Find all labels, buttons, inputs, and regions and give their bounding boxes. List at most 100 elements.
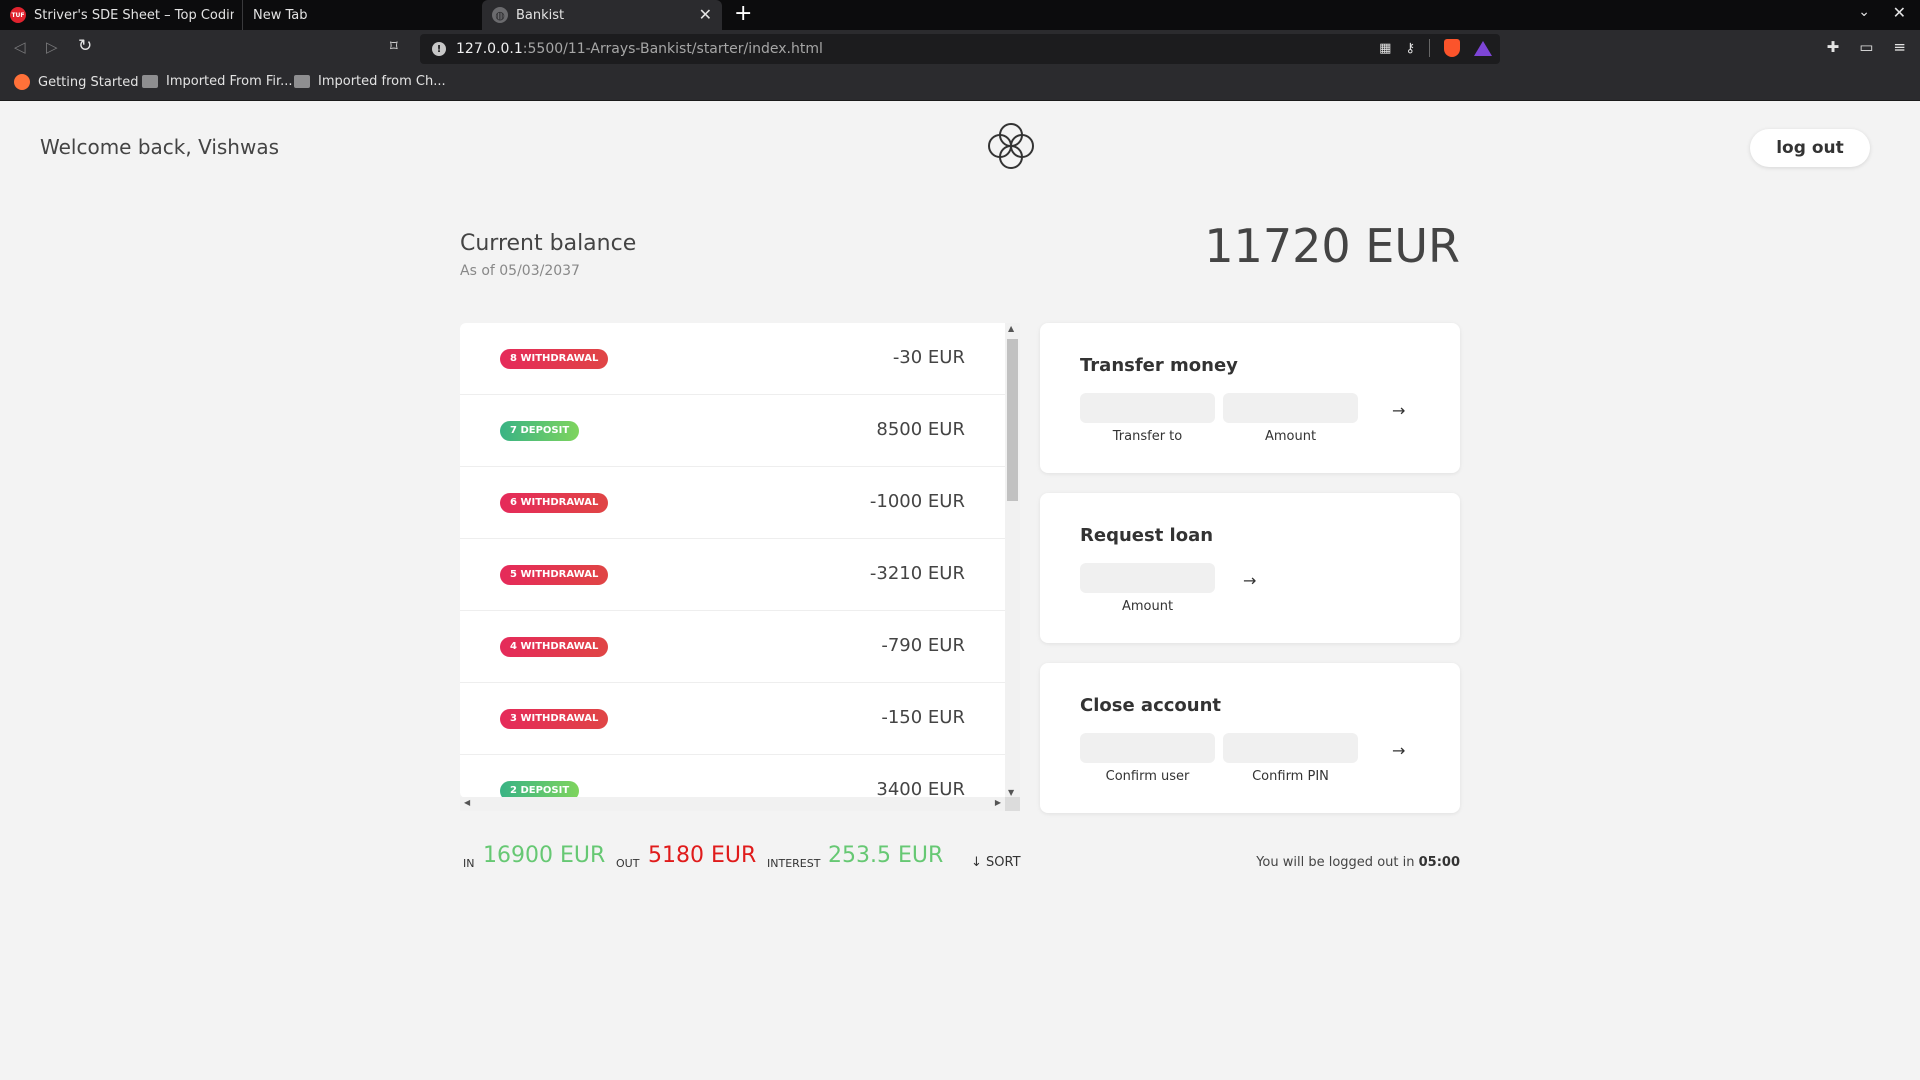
- globe-favicon-icon: ◍: [492, 7, 508, 23]
- browser-toolbar: ◁ ▷ ↻ ⌑ ! 127.0.0.1 :5500/11-Arrays-Bank…: [0, 30, 1920, 68]
- movement-value: 8500 EUR: [876, 419, 965, 440]
- scroll-left-icon[interactable]: ◀: [464, 798, 470, 807]
- wallet-icon[interactable]: ▭: [1859, 38, 1873, 56]
- transfer-submit-button[interactable]: →: [1392, 401, 1405, 420]
- transfer-to-input[interactable]: [1080, 393, 1215, 423]
- summary-in-label: In: [463, 857, 475, 870]
- forward-icon[interactable]: ▷: [46, 38, 58, 56]
- tab-label: New Tab: [253, 7, 308, 23]
- movement-type-badge: 7 deposit: [500, 421, 580, 441]
- tuf-favicon-icon: TUF: [10, 7, 26, 23]
- new-tab-button[interactable]: +: [734, 2, 752, 26]
- brave-rewards-icon[interactable]: [1474, 40, 1492, 56]
- transfer-amount-label: Amount: [1264, 429, 1317, 444]
- movement-value: -30 EUR: [892, 347, 965, 368]
- tab-new-tab[interactable]: New Tab: [242, 0, 482, 30]
- movements-list[interactable]: 8 withdrawal -30 EUR 7 deposit 8500 EUR …: [460, 323, 1005, 798]
- movement-type-badge: 8 withdrawal: [500, 349, 609, 369]
- scroll-down-icon[interactable]: ▼: [1008, 788, 1014, 797]
- loan-submit-button[interactable]: →: [1243, 571, 1256, 590]
- loan-title: Request loan: [1080, 525, 1214, 546]
- folder-icon: [142, 75, 158, 88]
- close-account-panel: Close account Confirm user Confirm PIN →: [1040, 663, 1460, 813]
- movement-type-badge: 2 deposit: [500, 781, 580, 798]
- bookmark-label: Imported from Ch...: [318, 74, 446, 89]
- key-icon[interactable]: ⚷: [1405, 41, 1415, 56]
- bookmark-imported-firefox[interactable]: Imported From Fir...: [142, 74, 293, 89]
- movement-row: 3 withdrawal -150 EUR: [460, 683, 1005, 755]
- movement-value: -790 EUR: [881, 635, 965, 656]
- movement-value: -1000 EUR: [869, 491, 965, 512]
- url-path: :5500/11-Arrays-Bankist/starter/index.ht…: [522, 41, 823, 57]
- movement-value: -3210 EUR: [869, 563, 965, 584]
- address-bar[interactable]: ! 127.0.0.1 :5500/11-Arrays-Bankist/star…: [420, 34, 1500, 64]
- logout-button[interactable]: log out: [1750, 129, 1870, 167]
- extensions-icon[interactable]: ✚: [1827, 38, 1840, 56]
- confirm-user-input[interactable]: [1080, 733, 1215, 763]
- reload-icon[interactable]: ↻: [78, 36, 92, 56]
- qr-code-icon[interactable]: ▦: [1379, 41, 1391, 56]
- sort-button[interactable]: ↓ SORT: [971, 855, 1021, 870]
- confirm-pin-label: Confirm PIN: [1252, 769, 1329, 784]
- bookmark-imported-chrome[interactable]: Imported from Ch...: [294, 74, 446, 89]
- transfer-amount-input[interactable]: [1223, 393, 1358, 423]
- tab-bankist[interactable]: ◍ Bankist ✕: [482, 0, 722, 30]
- tab-list-chevron-icon[interactable]: ⌄: [1858, 4, 1870, 20]
- divider: [1429, 39, 1430, 57]
- movement-row: 4 withdrawal -790 EUR: [460, 611, 1005, 683]
- summary-out-value: 5180 EUR: [648, 843, 757, 868]
- summary-interest-value: 253.5 EUR: [828, 843, 944, 868]
- movement-value: 3400 EUR: [876, 779, 965, 798]
- movement-row: 5 withdrawal -3210 EUR: [460, 539, 1005, 611]
- bookmark-label: Getting Started: [38, 74, 139, 90]
- bankist-app: Welcome back, Vishwas log out Current ba…: [0, 101, 1920, 1080]
- summary-bar: In 16900 EUR Out 5180 EUR Interest 253.5…: [460, 841, 1460, 881]
- logout-timer: You will be logged out in 05:00: [1256, 855, 1460, 870]
- scrollbar-thumb[interactable]: [1007, 339, 1018, 501]
- site-info-icon[interactable]: !: [432, 42, 446, 56]
- movement-type-badge: 6 withdrawal: [500, 493, 609, 513]
- close-tab-icon[interactable]: ✕: [699, 5, 712, 24]
- bookmark-icon[interactable]: ⌑: [390, 37, 398, 55]
- movement-row: 2 deposit 3400 EUR: [460, 755, 1005, 798]
- movement-type-badge: 3 withdrawal: [500, 709, 609, 729]
- firefox-icon: [14, 74, 30, 90]
- menu-icon[interactable]: ≡: [1893, 38, 1906, 56]
- summary-in-value: 16900 EUR: [483, 843, 606, 868]
- scroll-up-icon[interactable]: ▲: [1008, 324, 1014, 333]
- movement-type-badge: 4 withdrawal: [500, 637, 609, 657]
- close-submit-button[interactable]: →: [1392, 741, 1405, 760]
- timer-text: You will be logged out in: [1256, 855, 1419, 870]
- transfer-title: Transfer money: [1080, 355, 1238, 376]
- bookmark-getting-started[interactable]: Getting Started: [14, 74, 139, 90]
- bookmarks-bar: Getting Started Imported From Fir... Imp…: [0, 68, 1920, 101]
- summary-interest-label: Interest: [767, 857, 821, 870]
- transfer-to-label: Transfer to: [1112, 429, 1183, 444]
- loan-amount-input[interactable]: [1080, 563, 1215, 593]
- bookmark-label: Imported From Fir...: [166, 74, 293, 89]
- tab-bar: TUF Striver's SDE Sheet – Top Coding Int…: [0, 0, 1920, 30]
- back-icon[interactable]: ◁: [14, 38, 26, 56]
- tab-strivers-sheet[interactable]: TUF Striver's SDE Sheet – Top Coding Int…: [0, 0, 242, 30]
- balance-title: Current balance: [460, 231, 637, 256]
- scroll-right-icon[interactable]: ▶: [995, 798, 1001, 807]
- welcome-message: Welcome back, Vishwas: [40, 135, 280, 159]
- folder-icon: [294, 75, 310, 88]
- address-bar-actions: ▦ ⚷: [1379, 39, 1492, 57]
- movements-horizontal-scrollbar[interactable]: ◀ ▶: [460, 797, 1005, 811]
- request-loan-panel: Request loan Amount →: [1040, 493, 1460, 643]
- balance-value: 11720 EUR: [1204, 219, 1460, 273]
- movement-row: 8 withdrawal -30 EUR: [460, 323, 1005, 395]
- confirm-user-label: Confirm user: [1105, 769, 1190, 784]
- scrollbar-corner: [1005, 797, 1020, 811]
- brave-shields-icon[interactable]: [1444, 39, 1460, 57]
- movement-type-badge: 5 withdrawal: [500, 565, 609, 585]
- balance-date: As of 05/03/2037: [460, 263, 580, 279]
- confirm-pin-input[interactable]: [1223, 733, 1358, 763]
- timer-value: 05:00: [1418, 855, 1460, 870]
- movements-vertical-scrollbar[interactable]: ▲ ▼: [1005, 323, 1020, 798]
- window-close-icon[interactable]: ✕: [1893, 3, 1906, 22]
- toolbar-actions: ✚ ▭ ≡: [1827, 38, 1906, 56]
- close-title: Close account: [1080, 695, 1222, 716]
- movement-value: -150 EUR: [881, 707, 965, 728]
